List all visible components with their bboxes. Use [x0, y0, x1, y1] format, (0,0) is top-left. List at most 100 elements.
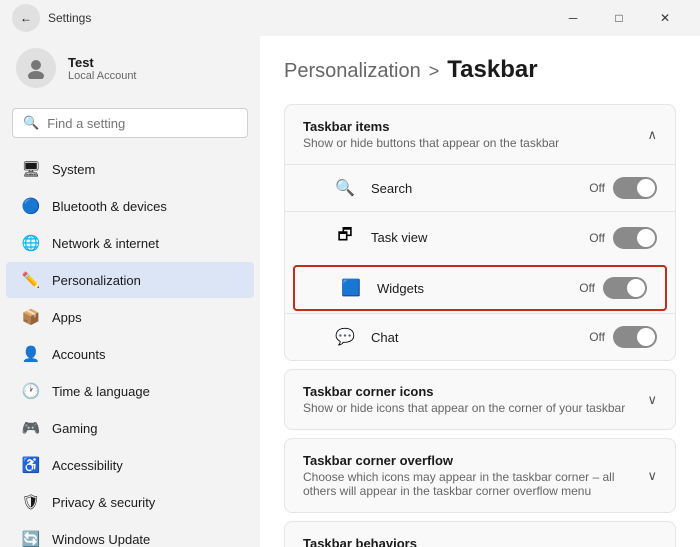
- toggle-widgets[interactable]: [603, 277, 647, 299]
- setting-label-search: Search: [371, 181, 577, 196]
- nav-label-apps: Apps: [52, 310, 82, 325]
- maximize-button[interactable]: □: [596, 3, 642, 33]
- toggle-thumb-chat: [637, 328, 655, 346]
- toggle-chat[interactable]: [613, 326, 657, 348]
- close-button[interactable]: ✕: [642, 3, 688, 33]
- section-taskbar-corner-overflow: Taskbar corner overflow Choose which ico…: [284, 438, 676, 513]
- sidebar-item-privacy[interactable]: 🛡 Privacy & security: [6, 484, 254, 520]
- section-chevron-taskbar-corner-overflow: ∨: [647, 468, 657, 484]
- section-chevron-taskbar-items: ∧: [647, 127, 657, 143]
- toggle-taskview[interactable]: [613, 227, 657, 249]
- content-area: Personalization > Taskbar Taskbar items …: [260, 36, 700, 547]
- setting-row-widgets: 🟦 Widgets Off: [293, 265, 667, 311]
- nav-icon-network: 🌐: [22, 234, 40, 252]
- sidebar-item-personalization[interactable]: ✏️ Personalization: [6, 262, 254, 298]
- section-sub-taskbar-corner-icons: Show or hide icons that appear on the co…: [303, 401, 625, 415]
- toggle-thumb-widgets: [627, 279, 645, 297]
- sidebar-item-system[interactable]: 🖥 System: [6, 151, 254, 187]
- setting-state-widgets: Off: [579, 281, 595, 295]
- setting-icon-taskview: 🗗: [335, 224, 355, 251]
- app-body: Test Local Account 🔍 🖥 System 🔵 Bluetoot…: [0, 36, 700, 547]
- sidebar: Test Local Account 🔍 🖥 System 🔵 Bluetoot…: [0, 36, 260, 547]
- nav-icon-accounts: 👤: [22, 345, 40, 363]
- section-title-taskbar-items: Taskbar items: [303, 119, 559, 134]
- search-icon: 🔍: [23, 115, 39, 131]
- setting-row-chat: 💬 Chat Off: [285, 313, 675, 360]
- setting-label-taskview: Task view: [371, 230, 577, 245]
- toggle-search[interactable]: [613, 177, 657, 199]
- user-profile[interactable]: Test Local Account: [0, 36, 260, 104]
- section-sub-taskbar-corner-overflow: Choose which icons may appear in the tas…: [303, 470, 647, 498]
- titlebar: ← Settings ─ □ ✕: [0, 0, 700, 36]
- nav-icon-apps: 📦: [22, 308, 40, 326]
- search-input[interactable]: [47, 116, 237, 131]
- sections-container: Taskbar items Show or hide buttons that …: [284, 104, 676, 547]
- user-info: Test Local Account: [68, 55, 137, 82]
- sidebar-item-accounts[interactable]: 👤 Accounts: [6, 336, 254, 372]
- setting-icon-widgets: 🟦: [341, 278, 361, 298]
- sidebar-item-accessibility[interactable]: ♿ Accessibility: [6, 447, 254, 483]
- sidebar-item-time[interactable]: 🕐 Time & language: [6, 373, 254, 409]
- avatar: [16, 48, 56, 88]
- section-header-taskbar-behaviors[interactable]: Taskbar behaviors Taskbar alignment, bad…: [285, 522, 675, 547]
- setting-label-widgets: Widgets: [377, 281, 567, 296]
- setting-row-taskview: 🗗 Task view Off: [285, 211, 675, 263]
- section-header-taskbar-items[interactable]: Taskbar items Show or hide buttons that …: [285, 105, 675, 164]
- nav-icon-personalization: ✏️: [22, 271, 40, 289]
- toggle-thumb-taskview: [637, 229, 655, 247]
- user-type: Local Account: [68, 70, 137, 82]
- sidebar-item-windows-update[interactable]: 🔄 Windows Update: [6, 521, 254, 547]
- nav-label-time: Time & language: [52, 384, 150, 399]
- section-taskbar-corner-icons: Taskbar corner icons Show or hide icons …: [284, 369, 676, 430]
- sidebar-item-gaming[interactable]: 🎮 Gaming: [6, 410, 254, 446]
- sidebar-item-bluetooth[interactable]: 🔵 Bluetooth & devices: [6, 188, 254, 224]
- nav-label-network: Network & internet: [52, 236, 159, 251]
- section-info-taskbar-corner-icons: Taskbar corner icons Show or hide icons …: [303, 384, 625, 415]
- search-box[interactable]: 🔍: [12, 108, 248, 138]
- nav-icon-gaming: 🎮: [22, 419, 40, 437]
- nav-icon-system: 🖥: [22, 160, 40, 178]
- sidebar-item-network[interactable]: 🌐 Network & internet: [6, 225, 254, 261]
- section-header-taskbar-corner-icons[interactable]: Taskbar corner icons Show or hide icons …: [285, 370, 675, 429]
- nav-label-accessibility: Accessibility: [52, 458, 123, 473]
- setting-label-chat: Chat: [371, 330, 577, 345]
- nav-icon-privacy: 🛡: [22, 493, 40, 511]
- nav-label-windows-update: Windows Update: [52, 532, 150, 547]
- toggle-thumb-search: [637, 179, 655, 197]
- nav-list: 🖥 System 🔵 Bluetooth & devices 🌐 Network…: [0, 150, 260, 547]
- setting-icon-search: 🔍: [335, 178, 355, 198]
- setting-state-taskview: Off: [589, 231, 605, 245]
- back-button[interactable]: ←: [12, 4, 40, 32]
- nav-label-system: System: [52, 162, 95, 177]
- section-info-taskbar-items: Taskbar items Show or hide buttons that …: [303, 119, 559, 150]
- page-title: Taskbar: [447, 56, 537, 84]
- nav-icon-time: 🕐: [22, 382, 40, 400]
- sidebar-item-apps[interactable]: 📦 Apps: [6, 299, 254, 335]
- section-title-taskbar-corner-icons: Taskbar corner icons: [303, 384, 625, 399]
- app-title: Settings: [48, 11, 91, 25]
- user-name: Test: [68, 55, 137, 70]
- minimize-button[interactable]: ─: [550, 3, 596, 33]
- breadcrumb-arrow: >: [429, 61, 440, 82]
- nav-label-gaming: Gaming: [52, 421, 98, 436]
- section-sub-taskbar-items: Show or hide buttons that appear on the …: [303, 136, 559, 150]
- nav-icon-bluetooth: 🔵: [22, 197, 40, 215]
- setting-right-taskview: Off: [589, 227, 657, 249]
- section-taskbar-behaviors: Taskbar behaviors Taskbar alignment, bad…: [284, 521, 676, 547]
- nav-icon-windows-update: 🔄: [22, 530, 40, 547]
- section-title-taskbar-behaviors: Taskbar behaviors: [303, 536, 624, 547]
- section-taskbar-items: Taskbar items Show or hide buttons that …: [284, 104, 676, 361]
- breadcrumb-parent: Personalization: [284, 60, 421, 83]
- page-title-area: Personalization > Taskbar: [284, 56, 676, 84]
- nav-label-bluetooth: Bluetooth & devices: [52, 199, 167, 214]
- setting-right-chat: Off: [589, 326, 657, 348]
- section-header-taskbar-corner-overflow[interactable]: Taskbar corner overflow Choose which ico…: [285, 439, 675, 512]
- setting-state-chat: Off: [589, 330, 605, 344]
- nav-label-accounts: Accounts: [52, 347, 105, 362]
- section-chevron-taskbar-corner-icons: ∨: [647, 392, 657, 408]
- section-info-taskbar-corner-overflow: Taskbar corner overflow Choose which ico…: [303, 453, 647, 498]
- nav-label-privacy: Privacy & security: [52, 495, 155, 510]
- titlebar-left: ← Settings: [12, 4, 91, 32]
- window-controls: ─ □ ✕: [550, 3, 688, 33]
- setting-right-widgets: Off: [579, 277, 647, 299]
